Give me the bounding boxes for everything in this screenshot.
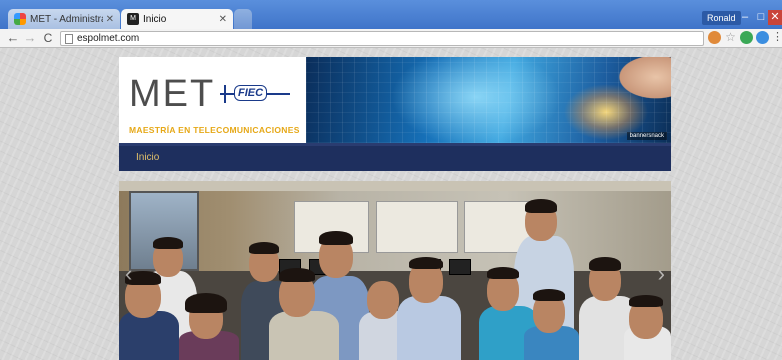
extension-icon[interactable]: [708, 31, 721, 44]
person-hair: [409, 257, 443, 269]
nav-item-inicio[interactable]: Inicio: [136, 152, 159, 163]
main-nav: Inicio: [119, 143, 671, 171]
page-icon: [65, 34, 73, 44]
image-credit[interactable]: bannersnack: [626, 132, 667, 140]
extension-icon[interactable]: [740, 31, 753, 44]
photo-monitor: [449, 259, 471, 275]
person-hair: [629, 295, 663, 307]
person-body: [397, 296, 461, 360]
photo-whiteboard: [376, 201, 458, 253]
fiec-mark: [224, 85, 226, 103]
person-body: [269, 311, 339, 360]
browser-toolbar: ← → C espolmet.com ☆ ⋮: [0, 29, 782, 48]
person-hair: [279, 268, 315, 282]
tab-inicio[interactable]: M Inicio ✕: [121, 9, 233, 29]
browser-tab-strip: MET - Administration - Pi ✕ M Inicio ✕ R…: [0, 0, 782, 29]
banner-hand-image: [596, 57, 671, 115]
carousel-next-arrow[interactable]: ›: [658, 261, 665, 287]
person-hair: [185, 293, 227, 313]
photo-ceiling: [119, 181, 671, 191]
fiec-logo: FIEC: [220, 83, 290, 105]
site-logo[interactable]: MET FIEC MAESTRÍA EN TELECOMUNICACIONES: [119, 57, 306, 143]
close-icon[interactable]: ✕: [106, 14, 114, 25]
forward-arrow-icon[interactable]: →: [23, 30, 37, 46]
url-text[interactable]: espolmet.com: [77, 33, 139, 44]
new-tab-button[interactable]: [234, 9, 252, 29]
page-viewport: MET FIEC MAESTRÍA EN TELECOMUNICACIONES …: [0, 48, 782, 360]
site-header-banner: MET FIEC MAESTRÍA EN TELECOMUNICACIONES …: [119, 57, 671, 143]
person-hair: [589, 257, 621, 271]
person-hair: [319, 231, 353, 245]
person-hair: [153, 237, 183, 249]
fiec-text: FIEC: [234, 85, 268, 101]
star-icon[interactable]: ☆: [724, 31, 737, 44]
person-hair: [249, 242, 279, 254]
person-hair: [525, 199, 557, 213]
site-tagline: MAESTRÍA EN TELECOMUNICACIONES: [129, 125, 300, 135]
person-hair: [533, 289, 565, 301]
address-bar[interactable]: espolmet.com: [60, 31, 704, 46]
carousel-prev-arrow[interactable]: ‹: [125, 261, 132, 287]
person-body: [119, 311, 179, 360]
tab-title: Inicio: [143, 13, 167, 25]
back-arrow-icon[interactable]: ←: [6, 30, 20, 46]
logo-met-text: MET: [129, 73, 216, 115]
menu-icon[interactable]: ⋮: [772, 31, 782, 44]
person-hair: [487, 267, 519, 279]
tab-met-administration[interactable]: MET - Administration - Pi ✕: [8, 9, 120, 29]
joomla-icon: [14, 13, 26, 25]
close-window-button[interactable]: ✕: [768, 10, 782, 25]
cloud-icon[interactable]: [756, 31, 769, 44]
photo-carousel: ‹ ›: [119, 181, 671, 360]
user-badge[interactable]: Ronald: [702, 11, 741, 25]
extension-icons: ☆ ⋮: [708, 31, 782, 44]
met-icon: M: [127, 13, 139, 25]
person-head: [367, 281, 399, 319]
banner-image: bannersnack: [306, 57, 671, 143]
reload-icon[interactable]: C: [41, 30, 55, 46]
tab-title: MET - Administration - Pi: [30, 13, 103, 25]
close-icon[interactable]: ✕: [219, 14, 227, 25]
